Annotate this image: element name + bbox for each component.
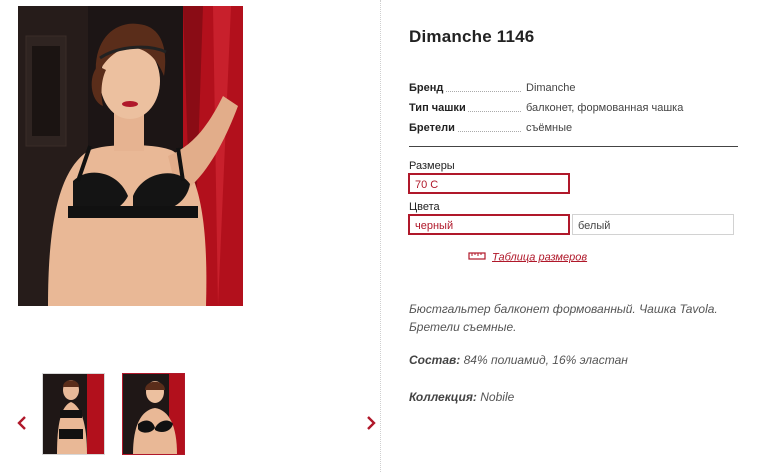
product-photo-illustration <box>18 6 243 306</box>
chevron-left-icon[interactable] <box>16 415 28 431</box>
size-option-70c[interactable]: 70 C <box>408 173 570 194</box>
section-divider <box>409 146 738 147</box>
thumbnail-strip <box>0 373 380 458</box>
property-row-straps: Бретели съёмные <box>409 120 739 140</box>
color-option-white[interactable]: белый <box>572 214 734 235</box>
product-description: Бюстгальтер балконет формованный. Чашка … <box>409 302 718 334</box>
ruler-icon <box>468 251 486 264</box>
collection-value: Nobile <box>480 390 515 404</box>
composition: Состав: 84% полиамид, 16% эластан <box>409 353 628 367</box>
product-properties: Бренд Dimanche Тип чашки балконет, формо… <box>409 80 739 140</box>
property-key: Тип чашки <box>409 100 468 116</box>
property-row-brand: Бренд Dimanche <box>409 80 739 100</box>
property-value: съёмные <box>526 122 573 134</box>
property-value: Dimanche <box>526 82 576 94</box>
size-table-label: Таблица размеров <box>492 251 588 264</box>
thumbnail-illustration <box>43 374 104 454</box>
sizes-label: Размеры <box>409 160 455 172</box>
colors-label: Цвета <box>409 201 440 213</box>
property-key: Бретели <box>409 120 457 136</box>
column-divider <box>380 0 381 472</box>
property-row-cup-type: Тип чашки балконет, формованная чашка <box>409 100 739 120</box>
thumbnail-2[interactable] <box>122 373 185 455</box>
property-value: балконет, формованная чашка <box>526 102 684 114</box>
thumbnail-illustration <box>123 374 184 454</box>
main-product-photo[interactable] <box>18 6 243 306</box>
property-key: Бренд <box>409 80 446 96</box>
product-title: Dimanche 1146 <box>409 27 535 46</box>
thumbnail-1[interactable] <box>42 373 105 455</box>
collection: Коллекция: Nobile <box>409 390 514 404</box>
size-table-link[interactable]: Таблица размеров <box>468 251 587 264</box>
composition-value: 84% полиамид, 16% эластан <box>463 353 628 367</box>
collection-label: Коллекция: <box>409 390 477 404</box>
color-option-black[interactable]: черный <box>408 214 570 235</box>
composition-label: Состав: <box>409 353 461 367</box>
chevron-right-icon[interactable] <box>365 415 377 431</box>
